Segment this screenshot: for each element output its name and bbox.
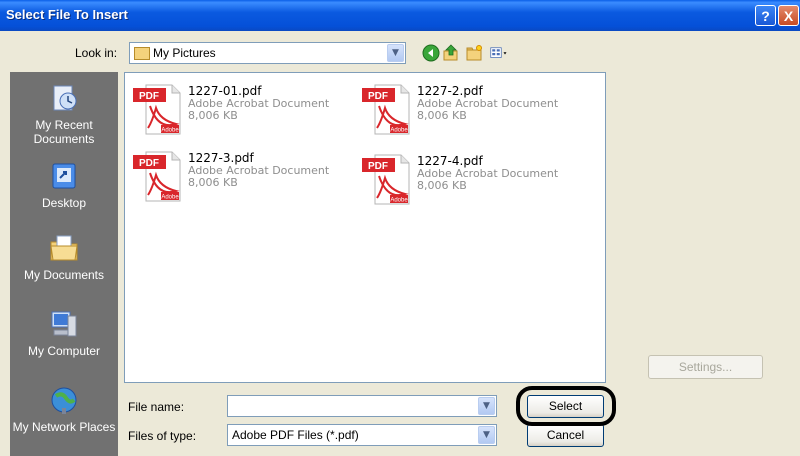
pdf-file-icon: PDF Adobe <box>362 84 410 135</box>
chevron-down-icon[interactable]: ▼ <box>478 397 495 415</box>
file-name-combo[interactable]: ▼ <box>227 395 497 417</box>
adobe-brand-text: Adobe <box>390 128 408 134</box>
look-in-label: Look in: <box>75 46 118 60</box>
place-label: My Computer <box>27 344 101 358</box>
my-computer-icon <box>51 311 77 337</box>
chevron-down-icon[interactable]: ▼ <box>387 44 404 62</box>
pdf-file-icon: PDF Adobe <box>362 154 410 205</box>
chevron-down-icon[interactable]: ▼ <box>478 426 495 444</box>
pdf-badge-text: PDF <box>368 91 388 102</box>
pdf-badge-text: PDF <box>139 158 159 169</box>
pdf-badge-text: PDF <box>139 91 159 102</box>
settings-button[interactable]: Settings... <box>648 355 763 379</box>
new-folder-icon[interactable] <box>465 44 483 62</box>
file-size: 8,006 KB <box>188 176 238 189</box>
file-item[interactable]: PDF Adobe 1227-3.pdf Adobe Acrobat Docum… <box>132 151 352 211</box>
help-button[interactable]: ? <box>755 5 776 26</box>
views-menu-icon[interactable] <box>490 44 508 62</box>
places-bar: My Recent Documents Desktop My Documents <box>10 72 118 456</box>
file-type-value: Adobe PDF Files (*.pdf) <box>232 428 359 442</box>
adobe-brand-text: Adobe <box>390 198 408 204</box>
look-in-value: My Pictures <box>153 46 216 60</box>
network-places-icon <box>51 387 77 414</box>
file-type-label: Files of type: <box>128 429 197 443</box>
my-documents-icon <box>50 235 78 261</box>
adobe-brand-text: Adobe <box>161 195 179 201</box>
file-name-label: File name: <box>128 400 185 414</box>
folder-icon <box>134 47 150 60</box>
file-name: 1227-4.pdf <box>417 154 483 168</box>
up-folder-icon[interactable] <box>442 44 460 62</box>
pdf-badge-text: PDF <box>368 161 388 172</box>
place-label: My Network Places <box>12 420 116 434</box>
file-list[interactable]: PDF Adobe 1227-01.pdf Adobe Acrobat Docu… <box>124 72 606 383</box>
file-size: 8,006 KB <box>188 109 238 122</box>
file-size: 8,006 KB <box>417 109 467 122</box>
highlight-circle <box>516 386 616 426</box>
desktop-icon <box>52 163 76 189</box>
cancel-button[interactable]: Cancel <box>527 424 604 447</box>
file-size: 8,006 KB <box>417 179 467 192</box>
place-label: My Documents <box>23 268 105 282</box>
place-label: Desktop <box>41 196 87 210</box>
file-name: 1227-2.pdf <box>417 84 483 98</box>
look-in-dropdown[interactable]: My Pictures ▼ <box>129 42 406 64</box>
dialog-title: Select File To Insert <box>6 7 128 22</box>
file-name: 1227-01.pdf <box>188 84 262 98</box>
file-item[interactable]: PDF Adobe 1227-2.pdf Adobe Acrobat Docum… <box>361 84 581 144</box>
pdf-file-icon: PDF Adobe <box>133 84 181 135</box>
pdf-file-icon: PDF Adobe <box>133 151 181 202</box>
file-type-dropdown[interactable]: Adobe PDF Files (*.pdf) ▼ <box>227 424 497 446</box>
title-bar: Select File To Insert ? X <box>0 0 800 31</box>
close-button[interactable]: X <box>778 5 799 26</box>
place-label: My Recent Documents <box>33 118 95 146</box>
recent-documents-icon <box>53 85 77 111</box>
file-name: 1227-3.pdf <box>188 151 254 165</box>
file-name-input[interactable] <box>230 398 470 414</box>
file-item[interactable]: PDF Adobe 1227-01.pdf Adobe Acrobat Docu… <box>132 84 352 144</box>
file-item[interactable]: PDF Adobe 1227-4.pdf Adobe Acrobat Docum… <box>361 154 581 214</box>
file-dialog: Select File To Insert ? X Look in: My Pi… <box>0 0 800 456</box>
back-icon[interactable] <box>422 44 440 62</box>
adobe-brand-text: Adobe <box>161 128 179 134</box>
